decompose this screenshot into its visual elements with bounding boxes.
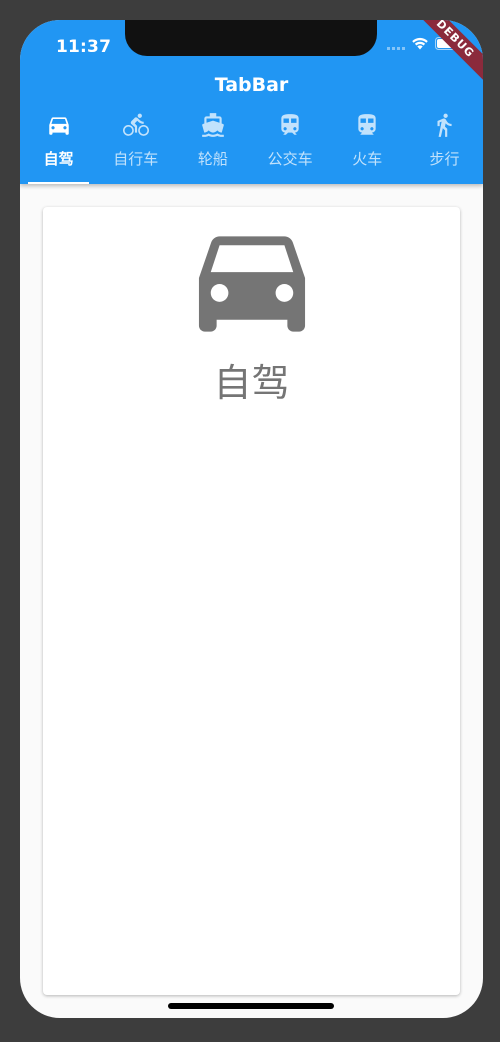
tab-label: 自驾 <box>43 150 74 168</box>
bicycle-icon <box>122 113 149 136</box>
tab-bus[interactable]: 公交车 <box>252 108 329 184</box>
tab-bar: 自驾 自行车 轮船 公交车 火车 步行 <box>20 108 483 184</box>
tab-train[interactable]: 火车 <box>329 108 406 184</box>
content-label: 自驾 <box>213 361 290 405</box>
car-icon <box>198 236 306 332</box>
device-frame: 11:37 DEBUG TabBar 自驾 自行车 轮船 公交车 火车 步行 自… <box>0 0 500 1042</box>
train-icon <box>358 114 376 135</box>
app-screen: 11:37 DEBUG TabBar 自驾 自行车 轮船 公交车 火车 步行 自… <box>20 20 483 1018</box>
tab-bicycle[interactable]: 自行车 <box>97 108 174 184</box>
tab-label: 公交车 <box>267 150 313 168</box>
home-indicator[interactable] <box>168 1003 334 1009</box>
boat-icon <box>202 113 224 137</box>
bus-icon <box>281 114 299 135</box>
tab-boat[interactable]: 轮船 <box>174 108 251 184</box>
tab-label: 火车 <box>352 150 383 168</box>
car-icon <box>48 117 69 135</box>
wifi-icon <box>412 37 428 50</box>
tab-walk[interactable]: 步行 <box>406 108 483 184</box>
tab-self-drive[interactable]: 自驾 <box>20 108 97 184</box>
tab-label: 步行 <box>429 150 460 168</box>
tab-label: 轮船 <box>197 150 228 168</box>
tab-label: 自行车 <box>113 150 159 168</box>
tab-indicator <box>28 182 90 184</box>
device-notch <box>125 20 377 56</box>
page-title: TabBar <box>214 74 289 96</box>
status-time: 11:37 <box>56 37 112 57</box>
tab-content-card: 自驾 <box>43 207 460 995</box>
cellular-signal-icon <box>387 38 405 50</box>
walk-icon <box>437 113 453 137</box>
app-bar: 11:37 DEBUG TabBar 自驾 自行车 轮船 公交车 火车 步行 <box>20 20 483 184</box>
